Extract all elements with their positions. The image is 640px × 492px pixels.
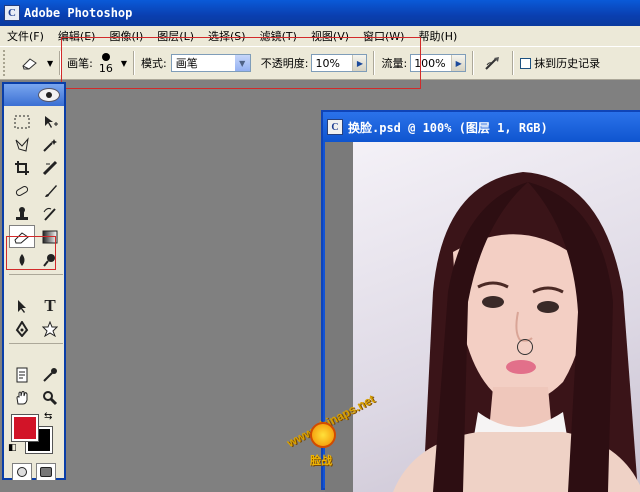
- toolbox-divider: [9, 274, 63, 280]
- hand-tool-icon[interactable]: [9, 386, 35, 409]
- brush-tip-icon: [101, 52, 110, 61]
- menu-image[interactable]: 图像(I): [102, 28, 150, 44]
- toolbox-divider: [9, 343, 63, 349]
- eraser-tool-icon[interactable]: [9, 225, 35, 248]
- separator: [59, 51, 62, 75]
- menu-help[interactable]: 帮助(H): [411, 28, 464, 44]
- swap-colors-icon[interactable]: ⇆: [44, 411, 52, 422]
- options-grip[interactable]: [3, 50, 7, 76]
- quick-mask-button[interactable]: [36, 463, 56, 481]
- canvas-pasteboard: [325, 142, 353, 492]
- menu-view[interactable]: 视图(V): [304, 28, 356, 44]
- tool-preset-dropdown-icon[interactable]: ▼: [47, 59, 53, 68]
- separator: [512, 51, 515, 75]
- menu-file[interactable]: 文件(F): [0, 28, 51, 44]
- foreground-color-swatch[interactable]: [11, 414, 39, 442]
- flow-field[interactable]: 100% ▶: [410, 54, 467, 72]
- slider-arrow-icon[interactable]: ▶: [451, 55, 466, 71]
- clone-stamp-icon[interactable]: [9, 202, 35, 225]
- app-titlebar: C Adobe Photoshop: [0, 0, 640, 26]
- mode-value: 画笔: [175, 57, 198, 70]
- crop-tool-icon[interactable]: [9, 156, 35, 179]
- lasso-tool-icon[interactable]: [9, 133, 35, 156]
- airbrush-icon[interactable]: [480, 52, 506, 74]
- opacity-label: 不透明度:: [260, 57, 309, 70]
- photoshop-app-icon: C: [4, 5, 20, 21]
- zoom-tool-icon[interactable]: [37, 386, 63, 409]
- brush-dropdown-icon[interactable]: ▼: [121, 59, 127, 68]
- app-title: Adobe Photoshop: [24, 6, 133, 20]
- custom-shape-icon[interactable]: [37, 317, 63, 340]
- menu-filter[interactable]: 滤镜(T): [253, 28, 304, 44]
- standard-mode-button[interactable]: [12, 463, 32, 481]
- document-window: C 换脸.psd @ 100% (图层 1, RGB): [321, 110, 640, 492]
- healing-brush-icon[interactable]: [9, 179, 35, 202]
- notes-tool-icon[interactable]: [9, 363, 35, 386]
- dodge-tool-icon[interactable]: [37, 248, 63, 271]
- brush-size: 16: [98, 61, 113, 75]
- flow-label: 流量:: [381, 57, 408, 70]
- history-brush-icon[interactable]: [37, 202, 63, 225]
- separator: [373, 51, 376, 75]
- menu-layer[interactable]: 图层(L): [150, 28, 201, 44]
- marquee-tool-icon[interactable]: [9, 110, 35, 133]
- default-colors-icon[interactable]: ◧: [8, 443, 17, 453]
- flow-value: 100%: [414, 56, 446, 70]
- gradient-tool-icon[interactable]: [37, 225, 63, 248]
- brush-cursor: [517, 339, 533, 355]
- tool-options-bar: ▼ 画笔: 16 ▼ 模式: 画笔 ▼ 不透明度: 10% ▶ 流量: 100%…: [0, 46, 640, 80]
- document-title: 换脸.psd @ 100% (图层 1, RGB): [348, 120, 548, 135]
- blur-tool-icon[interactable]: [9, 248, 35, 271]
- mode-label: 模式:: [141, 57, 167, 70]
- menu-window[interactable]: 窗口(W): [356, 28, 411, 44]
- toolbox-panel: T ⇆ ◧: [2, 82, 66, 481]
- opacity-field[interactable]: 10% ▶: [311, 54, 368, 72]
- path-selection-icon[interactable]: [9, 294, 35, 317]
- chevron-down-icon[interactable]: ▼: [234, 55, 250, 71]
- separator: [472, 51, 475, 75]
- slider-arrow-icon[interactable]: ▶: [352, 55, 367, 71]
- menu-edit[interactable]: 编辑(E): [51, 28, 103, 44]
- menu-bar: 文件(F) 编辑(E) 图像(I) 图层(L) 选择(S) 滤镜(T) 视图(V…: [0, 26, 640, 46]
- mode-select[interactable]: 画笔 ▼: [170, 54, 251, 72]
- color-swatches: ⇆ ◧: [4, 411, 64, 457]
- portrait-photo: [353, 142, 640, 492]
- brush-label: 画笔:: [67, 57, 93, 70]
- document-canvas[interactable]: [325, 142, 640, 492]
- type-tool-icon[interactable]: T: [37, 294, 63, 317]
- menu-select[interactable]: 选择(S): [201, 28, 253, 44]
- eye-logo-icon: [38, 88, 60, 102]
- magic-wand-icon[interactable]: [37, 133, 63, 156]
- erase-to-history-label: 抹到历史记录: [534, 57, 601, 70]
- move-tool-icon[interactable]: [37, 110, 63, 133]
- slice-tool-icon[interactable]: [37, 156, 63, 179]
- toolbox-header[interactable]: [4, 84, 64, 106]
- eraser-icon[interactable]: [17, 52, 43, 74]
- brush-tool-icon[interactable]: [37, 179, 63, 202]
- document-titlebar[interactable]: C 换脸.psd @ 100% (图层 1, RGB): [323, 112, 640, 142]
- pen-tool-icon[interactable]: [9, 317, 35, 340]
- brush-picker[interactable]: 16: [98, 52, 113, 75]
- opacity-value: 10%: [315, 56, 340, 70]
- separator: [133, 51, 136, 75]
- erase-to-history-checkbox[interactable]: [520, 57, 532, 69]
- eyedropper-icon[interactable]: [37, 363, 63, 386]
- document-icon: C: [327, 119, 343, 135]
